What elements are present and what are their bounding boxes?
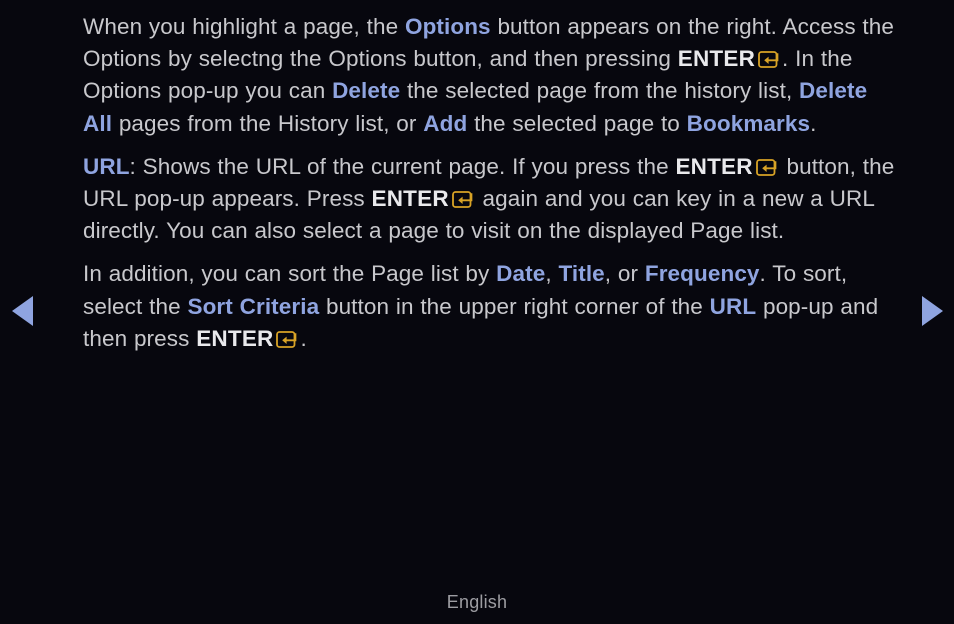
paragraph-url: URL: Shows the URL of the current page. …	[83, 153, 895, 244]
triangle-right-icon	[922, 296, 943, 326]
paragraph-options: When you highlight a page, the Options b…	[83, 14, 894, 136]
keyword-title: Title	[558, 261, 605, 287]
enter-key-icon	[451, 191, 475, 208]
paragraph-sort: In addition, you can sort the Page list …	[83, 261, 879, 351]
enter-key-icon	[276, 330, 299, 348]
footer-language-label: English	[446, 592, 508, 612]
triangle-left-icon	[12, 296, 33, 326]
keyword-sort-criteria: Sort Criteria	[187, 293, 320, 319]
keyword-url: URL	[83, 153, 130, 179]
keyword-delete: Delete	[332, 78, 401, 104]
next-page-button[interactable]	[916, 296, 946, 326]
enter-label: ENTER	[196, 325, 274, 351]
enter-key-icon	[755, 158, 779, 176]
keyword-url: URL	[709, 293, 757, 319]
keyword-options: Options	[404, 14, 491, 39]
keyword-add: Add	[423, 110, 468, 136]
help-page-screen: When you highlight a page, the Options b…	[0, 0, 954, 624]
enter-label: ENTER	[371, 186, 449, 212]
enter-key-icon	[758, 51, 781, 69]
help-text-content: When you highlight a page, the Options b…	[83, 11, 901, 355]
enter-label: ENTER	[675, 153, 753, 179]
previous-page-button[interactable]	[10, 296, 40, 326]
keyword-frequency: Frequency	[644, 261, 760, 287]
keyword-bookmarks: Bookmarks	[686, 110, 811, 136]
keyword-date: Date	[496, 261, 546, 287]
enter-label: ENTER	[677, 46, 756, 72]
